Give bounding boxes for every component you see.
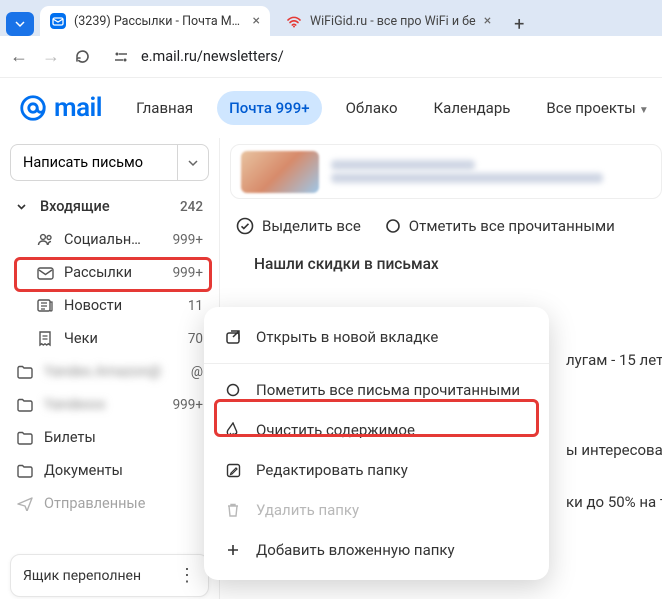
logo[interactable]: mail — [18, 93, 102, 123]
browser-tab[interactable]: WiFiGid.ru - все про WiFi и бе × — [276, 6, 501, 36]
nav-calendar[interactable]: Календарь — [422, 91, 523, 125]
folder-newsletters[interactable]: Рассылки 999+ — [6, 257, 213, 288]
trash-icon — [224, 502, 242, 518]
folder-tickets[interactable]: Билеты — [6, 422, 213, 453]
close-icon[interactable]: × — [484, 13, 491, 29]
at-icon — [18, 93, 48, 123]
mailbox-full-card[interactable]: Ящик переполнен ⋮ — [10, 554, 209, 597]
tab-title: (3239) Рассылки - Почта Mail — [74, 14, 245, 29]
plus-icon — [224, 543, 242, 557]
nav-all-projects[interactable]: Все проекты▼ — [534, 91, 660, 125]
ctx-add-subfolder[interactable]: Добавить вложенную папку — [204, 530, 549, 570]
nav-mail[interactable]: Почта 999+ — [217, 91, 321, 125]
promo-banner[interactable] — [230, 144, 662, 199]
circle-icon — [224, 383, 242, 397]
context-menu: Открыть в новой вкладке Пометить все пис… — [204, 307, 549, 580]
ctx-mark-all-read[interactable]: Пометить все письма прочитанными — [204, 370, 549, 410]
chevron-down-icon: ▼ — [639, 105, 649, 116]
forward-button[interactable]: → — [42, 46, 60, 67]
promo-text — [331, 157, 651, 186]
ctx-edit-folder[interactable]: Редактировать папку — [204, 450, 549, 490]
check-circle-icon — [236, 217, 254, 235]
section-title: Нашли скидки в письмах — [230, 247, 662, 285]
circle-icon — [385, 218, 401, 234]
logo-text: mail — [54, 93, 102, 123]
close-icon[interactable]: × — [253, 13, 260, 29]
browser-tabstrip: (3239) Рассылки - Почта Mail × WiFiGid.r… — [0, 0, 662, 36]
ctx-delete-folder: Удалить папку — [204, 490, 549, 530]
promo-image — [241, 151, 319, 193]
folder-icon — [16, 365, 34, 379]
ctx-open-new-tab[interactable]: Открыть в новой вкладке — [204, 317, 549, 357]
folder-news[interactable]: Новости 11 — [6, 290, 213, 321]
list-item[interactable]: ки до 50% на тер — [560, 481, 662, 523]
address-bar[interactable]: e.mail.ru/newsletters/ — [105, 44, 652, 69]
folder-list: Входящие 242 Социальн… 999+ Рассылки 999… — [6, 191, 213, 599]
nav-cloud[interactable]: Облако — [334, 91, 410, 125]
sent-icon — [16, 497, 34, 511]
folder-inbox[interactable]: Входящие 242 — [6, 191, 213, 222]
tab-dropdown-button[interactable] — [6, 12, 34, 36]
folder-icon — [16, 398, 34, 412]
edit-icon — [224, 463, 242, 478]
sidebar: Написать письмо Входящие 242 Социальн… 9… — [0, 138, 220, 599]
news-icon — [36, 298, 54, 313]
folder-receipts[interactable]: Чеки 70 — [6, 323, 213, 354]
wifi-favicon-icon — [286, 13, 302, 29]
ctx-clear-contents[interactable]: Очистить содержимое — [204, 410, 549, 450]
reload-button[interactable] — [74, 48, 91, 65]
back-button[interactable]: ← — [10, 46, 28, 67]
app-header: mail Главная Почта 999+ Облако Календарь… — [0, 78, 662, 138]
browser-toolbar: ← → e.mail.ru/newsletters/ — [0, 36, 662, 78]
chevron-down-icon — [16, 201, 30, 212]
site-settings-icon[interactable] — [113, 50, 131, 64]
separator — [204, 363, 549, 364]
new-tab-button[interactable]: + — [507, 12, 531, 36]
people-icon — [36, 232, 54, 247]
mail-favicon-icon — [50, 13, 66, 29]
mail-icon — [36, 266, 54, 280]
open-icon — [224, 329, 242, 345]
compose-dropdown-button[interactable] — [177, 144, 209, 181]
folder-icon — [16, 431, 34, 445]
chevron-down-icon — [188, 159, 198, 167]
folder-custom[interactable]: Yandexxx 999+ — [6, 389, 213, 420]
list-item[interactable]: лугам - 15 лет — [560, 339, 662, 381]
action-bar: Выделить все Отметить все прочитанными — [230, 209, 662, 247]
url-text: e.mail.ru/newsletters/ — [141, 48, 284, 65]
nav-main[interactable]: Главная — [124, 91, 205, 125]
compose-button[interactable]: Написать письмо — [10, 144, 177, 181]
more-icon[interactable]: ⋮ — [178, 565, 196, 586]
folder-icon — [16, 464, 34, 478]
folder-sent[interactable]: Отправленные — [6, 488, 213, 519]
mark-all-read-button[interactable]: Отметить все прочитанными — [385, 217, 615, 235]
select-all-button[interactable]: Выделить все — [236, 217, 361, 235]
top-nav: Главная Почта 999+ Облако Календарь Все … — [124, 91, 661, 125]
tab-title: WiFiGid.ru - все про WiFi и бе — [310, 14, 476, 29]
folder-social[interactable]: Социальн… 999+ — [6, 224, 213, 255]
folder-custom[interactable]: Yandex.Amazon@ @ — [6, 356, 213, 387]
list-item[interactable]: ы интересовал — [560, 429, 662, 471]
folder-documents[interactable]: Документы — [6, 455, 213, 486]
browser-tab-active[interactable]: (3239) Рассылки - Почта Mail × — [40, 6, 270, 36]
mailbox-full-label: Ящик переполнен — [23, 568, 141, 584]
receipt-icon — [36, 331, 54, 347]
broom-icon — [224, 422, 242, 438]
